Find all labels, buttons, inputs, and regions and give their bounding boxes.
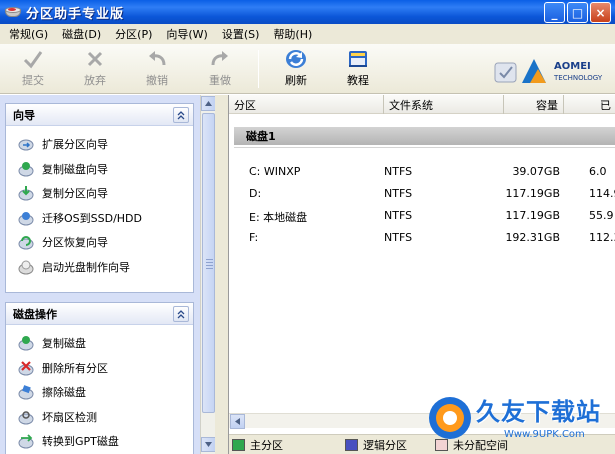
watermark: 久友下载站 Www.9UPK.Com xyxy=(424,392,614,450)
close-button[interactable]: × xyxy=(590,2,611,23)
brand-tagline: TECHNOLOGY xyxy=(554,74,603,82)
convert-gpt-icon xyxy=(18,433,34,449)
redo-arrow-icon xyxy=(207,48,233,70)
discard-x-icon xyxy=(82,48,108,70)
logical-swatch xyxy=(345,438,358,451)
migrate-os-icon xyxy=(18,210,34,226)
table-row[interactable]: D: NTFS 117.19GB 114.9 xyxy=(229,183,615,205)
menu-wizard[interactable]: 向导(W) xyxy=(159,26,214,42)
disk-item-copy[interactable]: 复制磁盘 xyxy=(6,331,193,356)
refresh-icon xyxy=(283,48,309,70)
aomei-logo: AOMEI TECHNOLOGY xyxy=(494,55,614,89)
wipe-disk-icon xyxy=(18,384,34,400)
menu-disk[interactable]: 磁盘(D) xyxy=(55,26,108,42)
partition-recovery-icon xyxy=(18,234,34,250)
scroll-up-arrow-icon[interactable] xyxy=(201,96,216,111)
tutorial-button[interactable]: 教程 xyxy=(338,48,378,90)
wizard-item-extend[interactable]: 扩展分区向导 xyxy=(6,132,193,157)
column-used[interactable]: 已 xyxy=(564,95,615,114)
extend-partition-icon xyxy=(18,136,34,152)
watermark-text: 久友下载站 xyxy=(476,398,601,426)
undo-button[interactable]: 撤销 xyxy=(137,48,177,90)
table-row[interactable]: F: NTFS 192.31GB 112.3 xyxy=(229,227,615,249)
window-title: 分区助手专业版 xyxy=(26,6,125,22)
disk-ops-panel: 磁盘操作 复制磁盘 删除所有分区 擦除磁盘 坏扇区检测 转换到GPT磁盘 xyxy=(5,302,194,454)
collapse-icon[interactable] xyxy=(173,107,189,123)
scroll-left-arrow-icon[interactable] xyxy=(230,414,245,429)
minimize-button[interactable]: _ xyxy=(544,2,565,23)
checkmark-icon xyxy=(20,48,46,70)
undo-arrow-icon xyxy=(144,48,170,70)
copy-disk-icon xyxy=(18,335,34,351)
legend-primary: 主分区 xyxy=(232,437,283,453)
wizard-item-copy-partition[interactable]: 复制分区向导 xyxy=(6,181,193,206)
disk-group-header[interactable]: 磁盘1 xyxy=(234,127,615,145)
wizard-panel-header[interactable]: 向导 xyxy=(6,104,193,126)
menu-general[interactable]: 常规(G) xyxy=(2,26,55,42)
disk-item-delete-all[interactable]: 删除所有分区 xyxy=(6,356,193,381)
discard-button[interactable]: 放弃 xyxy=(75,48,115,90)
pane-splitter[interactable] xyxy=(215,95,228,454)
copy-disk-icon xyxy=(18,161,34,177)
legend-logical: 逻辑分区 xyxy=(345,437,407,453)
scroll-thumb[interactable] xyxy=(202,113,215,413)
redo-button[interactable]: 重做 xyxy=(200,48,240,90)
refresh-button[interactable]: 刷新 xyxy=(276,48,316,90)
submit-button[interactable]: 提交 xyxy=(13,48,53,90)
maximize-button[interactable]: □ xyxy=(567,2,588,23)
wizard-item-migrate-os[interactable]: 迁移OS到SSD/HDD xyxy=(6,206,193,231)
app-disk-icon xyxy=(5,5,21,19)
title-bar[interactable]: 分区助手专业版 _ □ × xyxy=(0,0,615,24)
wizard-panel: 向导 扩展分区向导 复制磁盘向导 复制分区向导 迁移OS到SSD/HDD 分区恢… xyxy=(5,103,194,293)
wizard-item-copy-disk[interactable]: 复制磁盘向导 xyxy=(6,157,193,182)
book-icon xyxy=(345,48,371,70)
menu-settings[interactable]: 设置(S) xyxy=(215,26,267,42)
brand-name: AOMEI xyxy=(554,61,591,72)
menu-partition[interactable]: 分区(P) xyxy=(108,26,159,42)
watermark-logo-icon xyxy=(429,397,471,439)
column-filesystem[interactable]: 文件系统 xyxy=(384,95,504,114)
disk-item-bad-sector[interactable]: 坏扇区检测 xyxy=(6,405,193,430)
column-headers: 分区 文件系统 容量 已 xyxy=(229,95,615,114)
bad-sector-icon xyxy=(18,409,34,425)
bootable-cd-icon xyxy=(18,259,34,275)
menu-help[interactable]: 帮助(H) xyxy=(266,26,319,42)
table-row[interactable]: E: 本地磁盘 NTFS 117.19GB 55.9 xyxy=(229,205,615,227)
scroll-down-arrow-icon[interactable] xyxy=(201,437,216,452)
task-pane: 向导 扩展分区向导 复制磁盘向导 复制分区向导 迁移OS到SSD/HDD 分区恢… xyxy=(0,95,200,454)
disk-item-wipe[interactable]: 擦除磁盘 xyxy=(6,380,193,405)
task-pane-scrollbar[interactable] xyxy=(200,95,216,454)
column-partition[interactable]: 分区 xyxy=(229,95,384,114)
table-row[interactable]: C: WINXP NTFS 39.07GB 6.0 xyxy=(229,161,615,183)
disk-ops-panel-header[interactable]: 磁盘操作 xyxy=(6,303,193,325)
wizard-item-bootable-cd[interactable]: 启动光盘制作向导 xyxy=(6,255,193,280)
watermark-url: Www.9UPK.Com xyxy=(504,429,585,440)
copy-partition-icon xyxy=(18,185,34,201)
disk-item-convert-gpt[interactable]: 转换到GPT磁盘 xyxy=(6,429,193,454)
delete-partitions-icon xyxy=(18,360,34,376)
collapse-icon[interactable] xyxy=(173,306,189,322)
menu-bar: 常规(G) 磁盘(D) 分区(P) 向导(W) 设置(S) 帮助(H) xyxy=(0,24,615,44)
column-capacity[interactable]: 容量 xyxy=(504,95,564,114)
wizard-item-recovery[interactable]: 分区恢复向导 xyxy=(6,230,193,255)
primary-swatch xyxy=(232,438,245,451)
